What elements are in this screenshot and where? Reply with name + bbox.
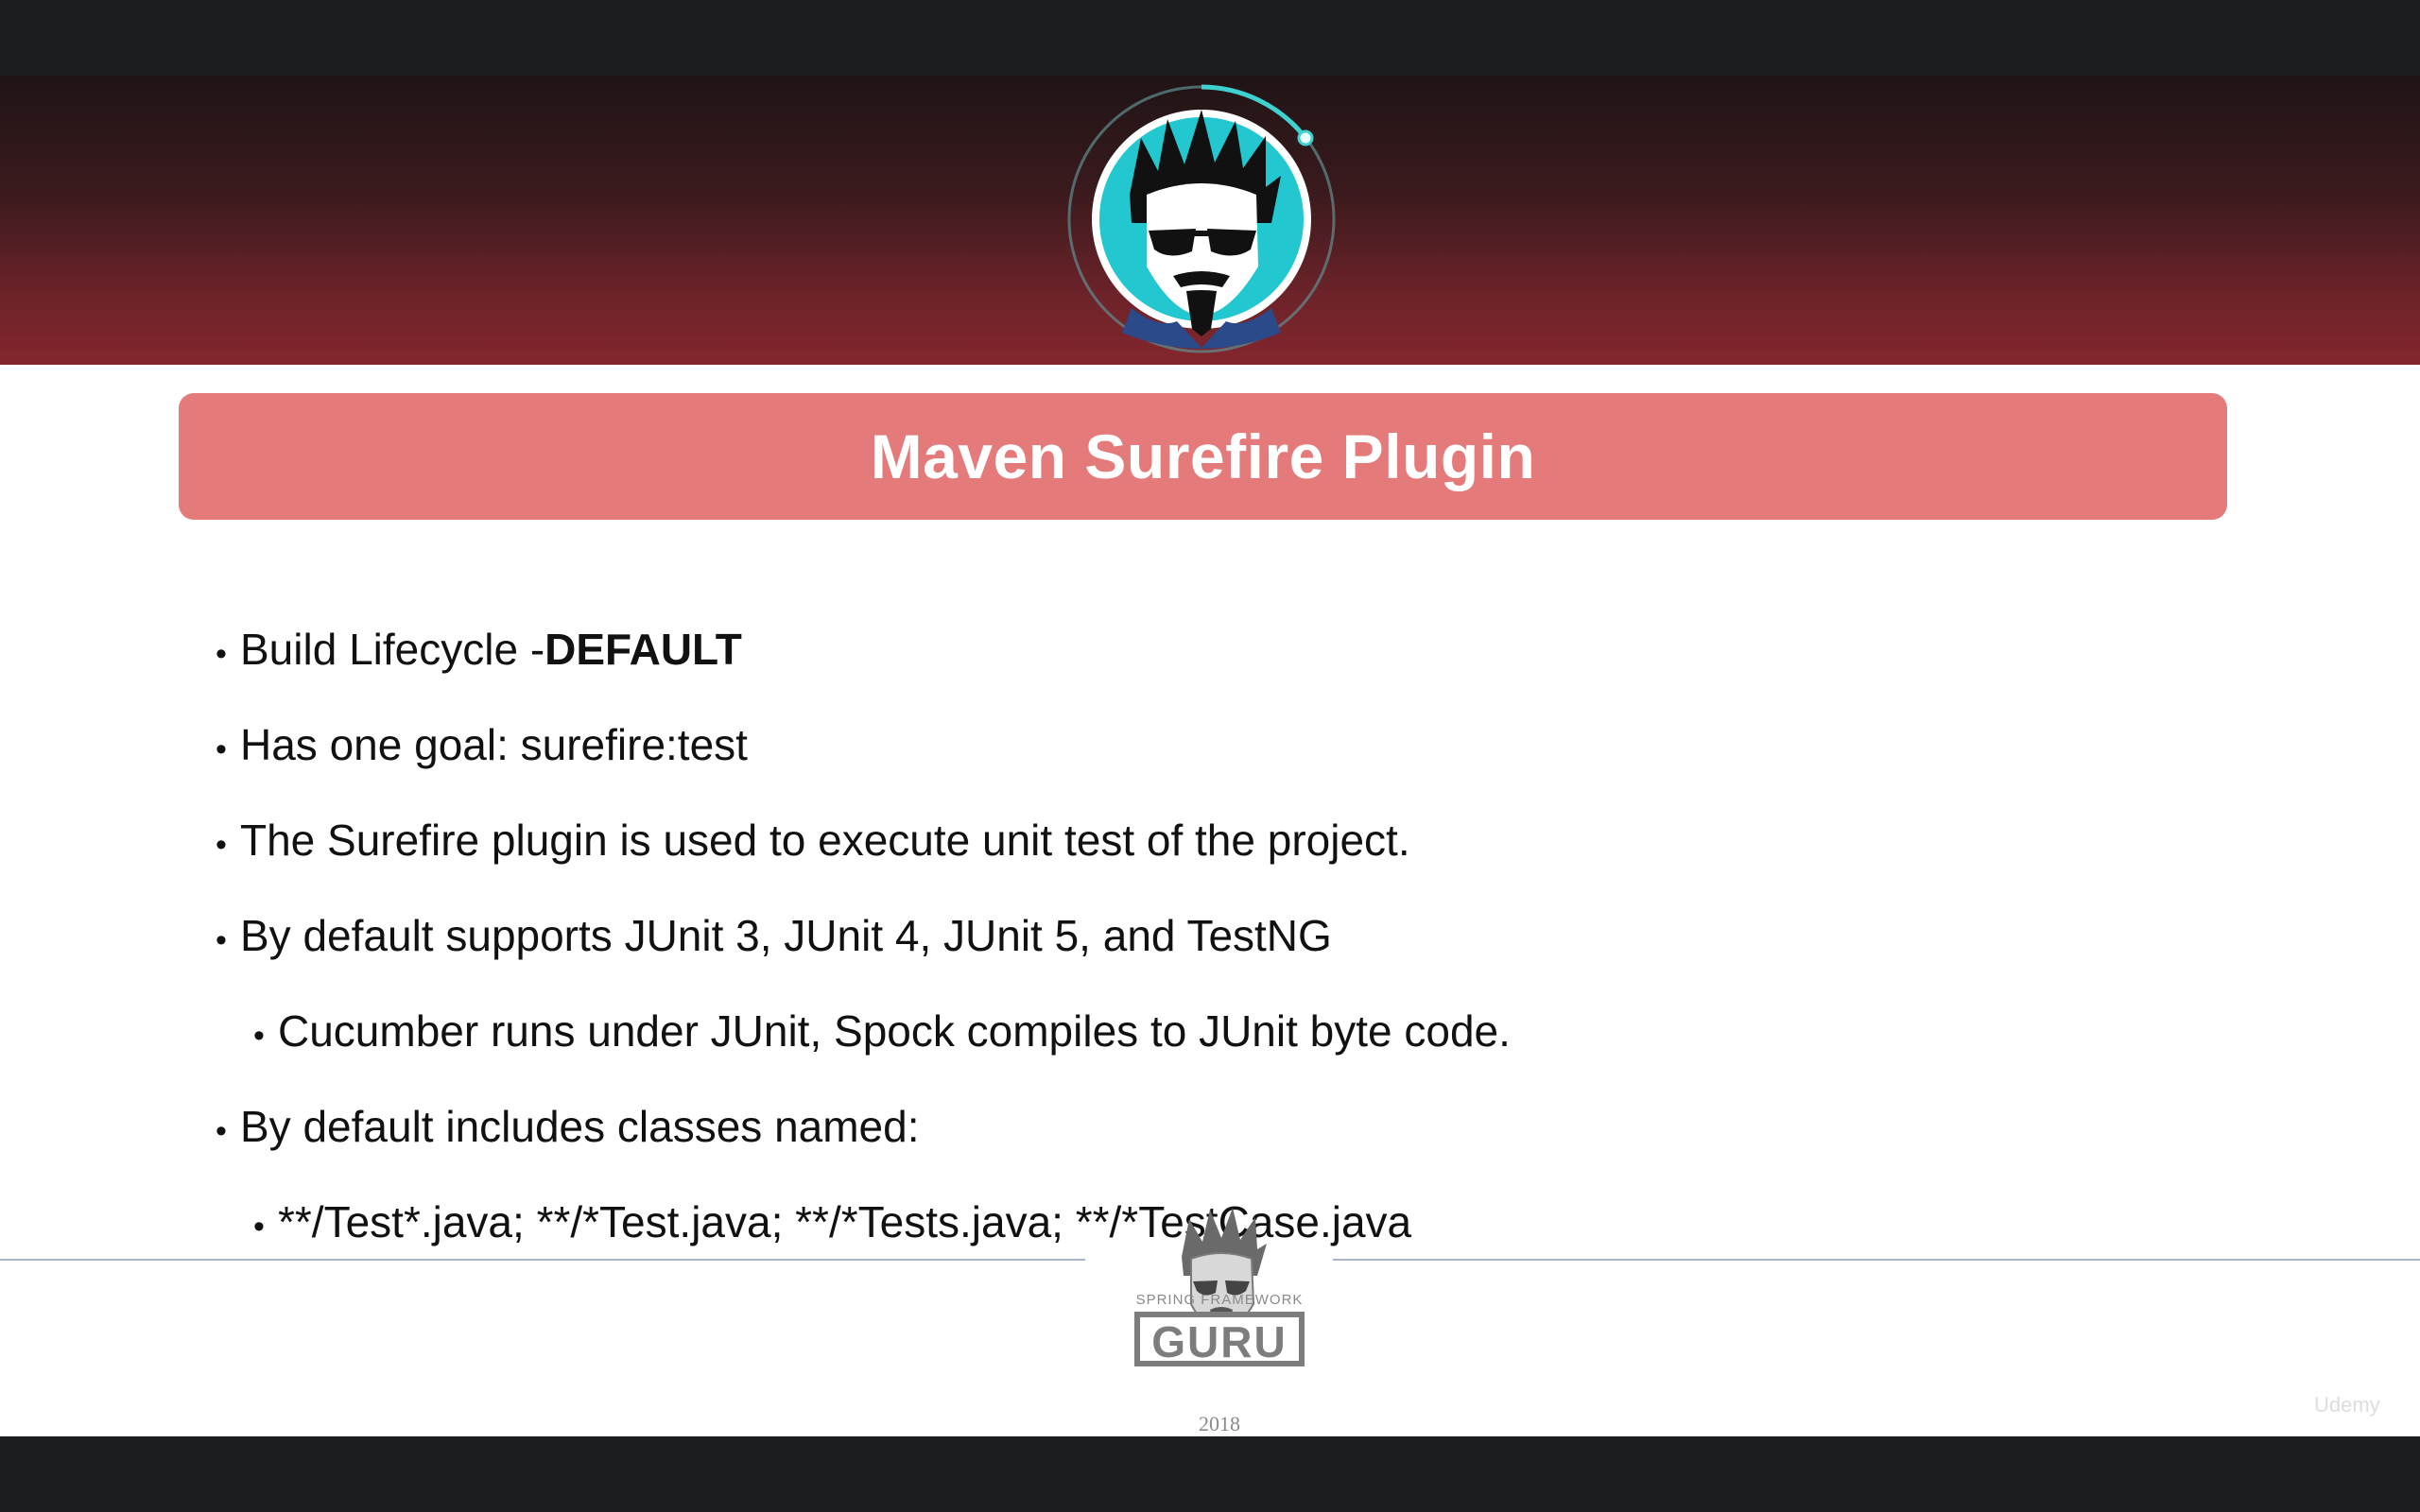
sub-bullet-item: • Cucumber runs under JUnit, Spock compi… [253,1005,1511,1057]
presentation-slide: Maven Surefire Plugin • Build Lifecycle … [0,76,2420,1436]
bullet-text: The Surefire plugin is used to execute u… [240,816,1410,865]
slide-title: Maven Surefire Plugin [870,421,1536,491]
footer-divider-left [0,1259,1085,1261]
instructor-avatar [1063,81,1340,357]
bullet-text: Build Lifecycle - [240,625,545,674]
spring-framework-guru-logo: SPRING FRAMEWORK GURU [1134,1208,1305,1366]
bullet-marker: • [216,731,227,767]
copyright-year: 2018 [1199,1412,1240,1435]
slide-title-banner: Maven Surefire Plugin [179,393,2227,520]
bullet-text: By default supports JUnit 3, JUnit 4, JU… [240,911,1332,960]
udemy-watermark: Udemy [2314,1393,2380,1417]
avatar-illustration [1067,84,1336,353]
bullet-text: Has one goal: surefire:test [240,720,748,769]
bullet-marker: • [216,636,227,672]
bullet-emphasis: DEFAULT [544,625,742,674]
bullet-item: • The Surefire plugin is used to execute… [216,815,1410,866]
bullet-marker: • [253,1209,265,1245]
logo-top-text: SPRING FRAMEWORK [1136,1292,1304,1308]
bullet-item: • Build Lifecycle - DEFAULT [216,624,742,675]
video-letterbox-bottom [0,1436,2420,1512]
bullet-marker: • [216,922,227,958]
logo-main-text: GURU [1151,1317,1287,1366]
bullet-marker: • [216,827,227,863]
bullet-marker: • [216,1113,227,1149]
bullet-item: • Has one goal: surefire:test [216,719,748,770]
footer-divider-right [1333,1259,2420,1261]
bullet-item: • By default includes classes named: [216,1101,920,1152]
bullet-marker: • [253,1018,265,1054]
bullet-text: Cucumber runs under JUnit, Spock compile… [278,1006,1511,1056]
video-letterbox-top [0,0,2420,76]
bullet-item: • By default supports JUnit 3, JUnit 4, … [216,910,1332,961]
bullet-text: By default includes classes named: [240,1102,920,1151]
